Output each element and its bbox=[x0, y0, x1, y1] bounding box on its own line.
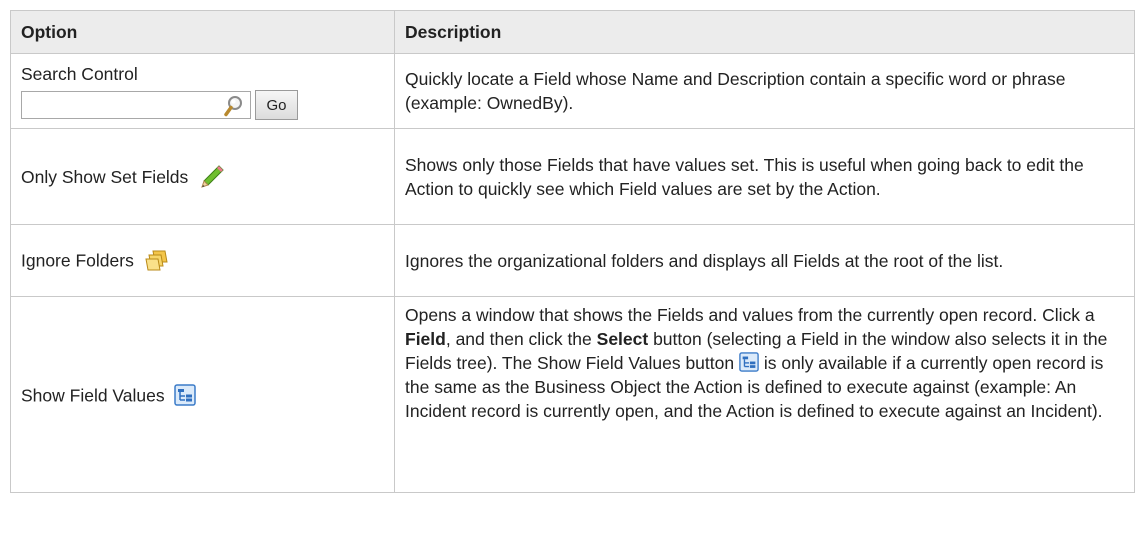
select-emphasis: Select bbox=[596, 329, 649, 349]
table-row: Ignore Folders Ignores the organizationa… bbox=[10, 224, 1135, 297]
only-show-set-fields-label: Only Show Set Fields bbox=[21, 166, 189, 187]
search-input[interactable] bbox=[21, 91, 251, 119]
description-cell: Shows only those Fields that have values… bbox=[394, 128, 1135, 225]
header-option: Option bbox=[10, 10, 395, 54]
field-values-icon bbox=[173, 384, 196, 406]
option-cell: Only Show Set Fields bbox=[10, 128, 395, 225]
description-cell: Quickly locate a Field whose Name and De… bbox=[394, 53, 1135, 129]
search-control-label: Search Control bbox=[21, 64, 138, 84]
table-row: Show Field Values Opens a window that sh… bbox=[10, 296, 1135, 493]
options-table: Option Description Search Control Go Qui… bbox=[10, 10, 1135, 493]
magnifier-icon bbox=[224, 96, 242, 117]
header-description: Description bbox=[394, 10, 1135, 54]
folders-icon bbox=[145, 250, 168, 271]
description-cell: Opens a window that shows the Fields and… bbox=[394, 296, 1135, 493]
search-control: Go bbox=[21, 90, 384, 120]
description-cell: Ignores the organizational folders and d… bbox=[394, 224, 1135, 297]
option-cell: Search Control Go bbox=[10, 53, 395, 129]
show-field-values-label: Show Field Values bbox=[21, 385, 165, 406]
field-values-inline-icon bbox=[739, 352, 759, 373]
option-cell: Ignore Folders bbox=[10, 224, 395, 297]
field-emphasis: Field bbox=[405, 329, 446, 349]
table-row: Search Control Go Quickly locate a Field… bbox=[10, 53, 1135, 129]
go-button[interactable]: Go bbox=[255, 90, 298, 120]
option-cell: Show Field Values bbox=[10, 296, 395, 493]
ignore-folders-label: Ignore Folders bbox=[21, 250, 134, 271]
pencil-icon bbox=[201, 164, 224, 188]
table-row: Only Show Set Fields Shows only those Fi… bbox=[10, 128, 1135, 225]
table-header-row: Option Description bbox=[10, 10, 1135, 54]
